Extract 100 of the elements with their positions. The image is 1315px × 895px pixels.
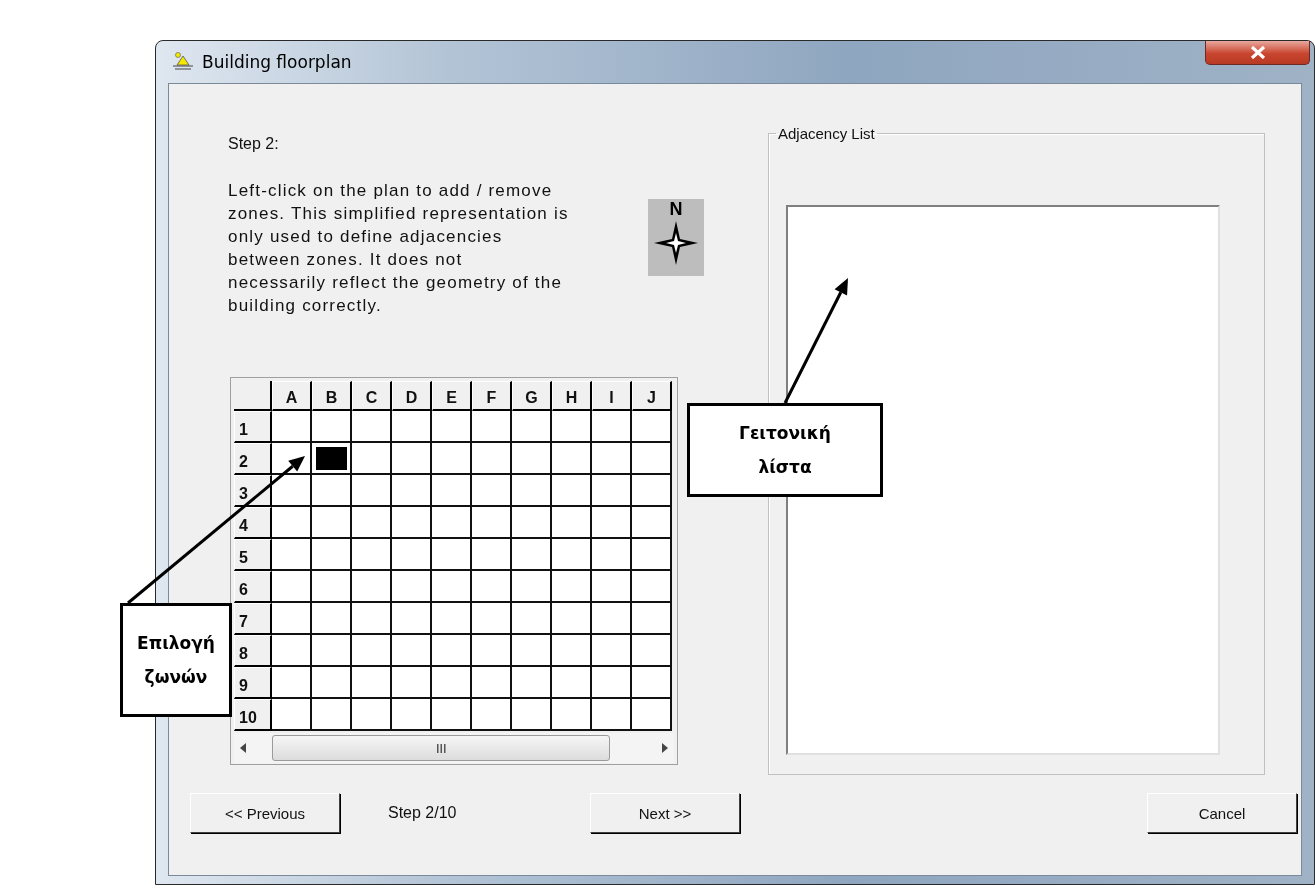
grid-cell[interactable] (272, 699, 312, 731)
grid-cell[interactable] (392, 603, 432, 635)
grid-cell[interactable] (592, 507, 632, 539)
grid-cell[interactable] (632, 411, 672, 443)
grid-cell[interactable] (512, 699, 552, 731)
grid-cell[interactable] (392, 571, 432, 603)
grid-cell[interactable] (432, 411, 472, 443)
grid-cell[interactable] (512, 571, 552, 603)
scroll-right-icon[interactable] (662, 743, 668, 753)
grid-cell[interactable] (632, 699, 672, 731)
grid-cell[interactable] (632, 571, 672, 603)
grid-cell[interactable] (432, 603, 472, 635)
scrollbar-thumb[interactable] (272, 735, 610, 761)
grid-cell[interactable] (352, 603, 392, 635)
grid-cell[interactable] (552, 603, 592, 635)
grid-cell[interactable] (632, 475, 672, 507)
grid-cell[interactable] (432, 539, 472, 571)
grid-cell[interactable] (632, 635, 672, 667)
grid-cell[interactable] (592, 539, 632, 571)
grid-cell[interactable] (352, 571, 392, 603)
grid-cell[interactable] (272, 603, 312, 635)
grid-cell[interactable] (632, 603, 672, 635)
grid-cell[interactable] (512, 475, 552, 507)
grid-cell[interactable] (432, 475, 472, 507)
grid-cell[interactable] (472, 507, 512, 539)
grid-cell[interactable] (552, 635, 592, 667)
grid-cell[interactable] (592, 475, 632, 507)
grid-cell[interactable] (272, 571, 312, 603)
grid-cell[interactable] (312, 475, 352, 507)
grid-cell[interactable] (512, 443, 552, 475)
grid-cell[interactable] (472, 635, 512, 667)
grid-cell[interactable] (312, 667, 352, 699)
grid-cell[interactable] (272, 635, 312, 667)
grid-cell[interactable] (432, 443, 472, 475)
scroll-left-icon[interactable] (240, 743, 246, 753)
grid-cell[interactable] (312, 603, 352, 635)
grid-cell[interactable] (352, 667, 392, 699)
grid-cell[interactable] (352, 699, 392, 731)
grid-cell[interactable] (312, 571, 352, 603)
grid-cell[interactable] (552, 539, 592, 571)
grid-cell[interactable] (512, 635, 552, 667)
grid-cell[interactable] (472, 539, 512, 571)
grid-cell[interactable] (512, 411, 552, 443)
grid-cell[interactable] (552, 411, 592, 443)
grid-cell[interactable] (552, 507, 592, 539)
grid-cell[interactable] (392, 539, 432, 571)
grid-cell[interactable] (592, 571, 632, 603)
grid-cell[interactable] (392, 475, 432, 507)
close-button[interactable] (1205, 41, 1310, 65)
grid-cell[interactable] (352, 635, 392, 667)
grid-cell[interactable] (552, 667, 592, 699)
grid-cell[interactable] (472, 411, 512, 443)
grid-cell[interactable] (432, 699, 472, 731)
grid-cell[interactable] (352, 475, 392, 507)
grid-cell[interactable] (272, 475, 312, 507)
grid-cell[interactable] (632, 667, 672, 699)
grid-cell[interactable] (272, 539, 312, 571)
grid-cell[interactable] (472, 475, 512, 507)
grid-cell[interactable] (432, 507, 472, 539)
grid-cell[interactable] (432, 635, 472, 667)
grid-cell[interactable] (592, 411, 632, 443)
grid-cell[interactable] (392, 699, 432, 731)
grid-cell[interactable] (352, 411, 392, 443)
grid-cell[interactable] (392, 443, 432, 475)
grid-cell[interactable] (352, 507, 392, 539)
grid-cell[interactable] (392, 411, 432, 443)
grid-cell[interactable] (592, 603, 632, 635)
grid-cell[interactable] (472, 571, 512, 603)
grid-cell[interactable] (512, 507, 552, 539)
grid-cell[interactable] (472, 667, 512, 699)
grid-cell[interactable] (472, 699, 512, 731)
grid-cell[interactable] (392, 635, 432, 667)
grid-cell[interactable] (312, 507, 352, 539)
grid-cell[interactable] (552, 571, 592, 603)
grid-cell[interactable] (312, 443, 352, 475)
grid-cell[interactable] (592, 667, 632, 699)
grid-cell[interactable] (392, 667, 432, 699)
grid-cell[interactable] (352, 539, 392, 571)
grid-cell[interactable] (392, 507, 432, 539)
grid-cell[interactable] (592, 443, 632, 475)
grid-cell[interactable] (312, 635, 352, 667)
grid-cell[interactable] (312, 699, 352, 731)
grid-cell[interactable] (512, 539, 552, 571)
grid-cell[interactable] (432, 571, 472, 603)
grid-cell[interactable] (512, 667, 552, 699)
grid-cell[interactable] (632, 539, 672, 571)
grid-cell[interactable] (352, 443, 392, 475)
grid-cell[interactable] (632, 443, 672, 475)
grid-cell[interactable] (272, 507, 312, 539)
cancel-button[interactable]: Cancel (1147, 793, 1297, 833)
grid-cell[interactable] (552, 443, 592, 475)
grid-cell[interactable] (592, 635, 632, 667)
grid-cell[interactable] (512, 603, 552, 635)
grid-cell[interactable] (472, 443, 512, 475)
grid-cell[interactable] (312, 539, 352, 571)
grid-cell[interactable] (632, 507, 672, 539)
grid-cell[interactable] (312, 411, 352, 443)
grid-cell[interactable] (552, 475, 592, 507)
next-button[interactable]: Next >> (590, 793, 740, 833)
grid-cell[interactable] (472, 603, 512, 635)
